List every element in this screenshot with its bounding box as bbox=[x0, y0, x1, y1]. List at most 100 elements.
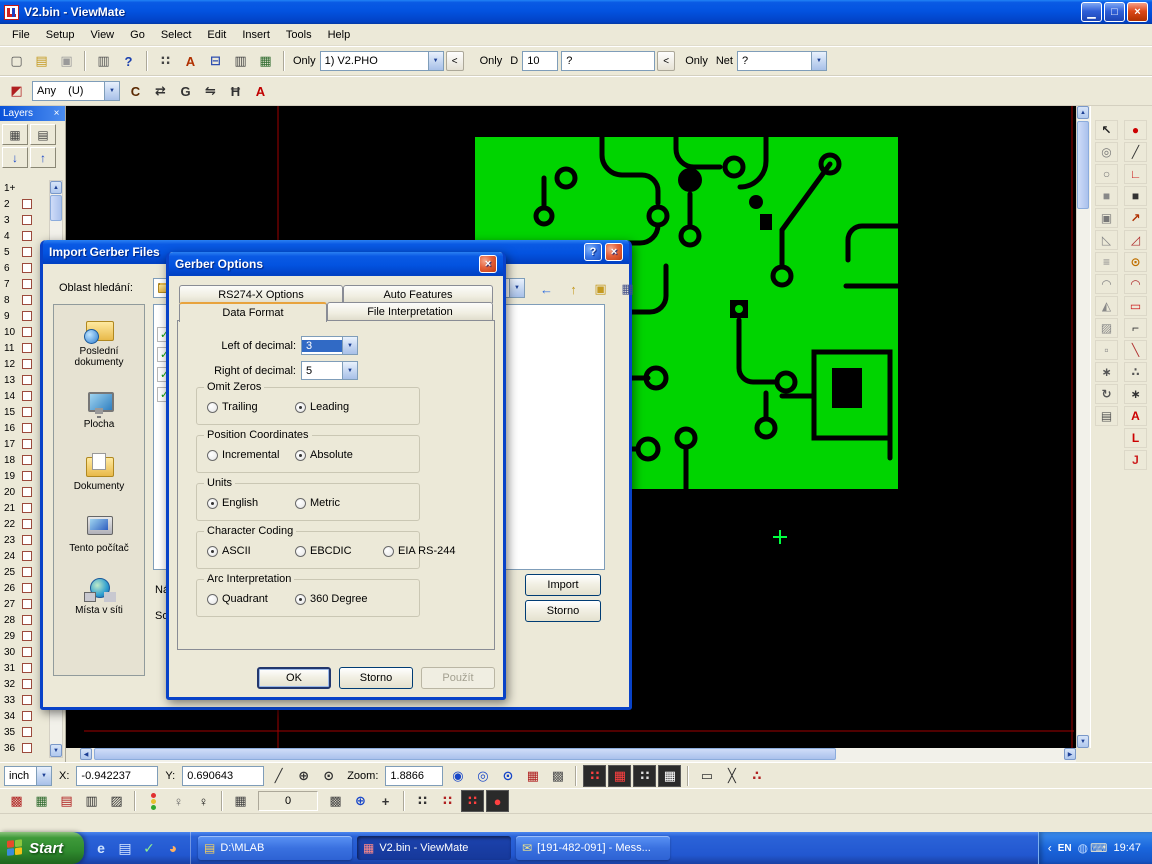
layer-color-swatch[interactable] bbox=[22, 727, 32, 737]
filled-square-icon[interactable]: ■ bbox=[1095, 186, 1118, 206]
insert-l-icon[interactable]: L bbox=[1124, 428, 1147, 448]
exchange-dcodes-icon[interactable]: ⇄ bbox=[149, 80, 172, 102]
report-chart-icon[interactable]: ▦ bbox=[254, 50, 277, 72]
taskbar-task-v2-bin-viewmate[interactable]: ▦V2.bin - ViewMate bbox=[357, 836, 511, 860]
dotted-square-icon[interactable]: ▫ bbox=[1095, 340, 1118, 360]
layer-table-icon[interactable]: ▦ bbox=[2, 124, 28, 145]
layer-color-swatch[interactable] bbox=[22, 599, 32, 609]
layer-row-1[interactable]: 1+ bbox=[2, 180, 48, 196]
layer-color-swatch[interactable] bbox=[22, 215, 32, 225]
new-folder-icon[interactable]: ▣ bbox=[589, 278, 612, 300]
place-místa-v-síti[interactable]: Místa v síti bbox=[56, 576, 142, 616]
context-help-icon[interactable]: ? bbox=[117, 50, 140, 72]
only-net-label[interactable]: Only bbox=[685, 55, 708, 67]
pad-stack-icon[interactable]: ▣ bbox=[1095, 208, 1118, 228]
layer-row-3[interactable]: 3 bbox=[2, 212, 48, 228]
probe-filled-icon[interactable]: ♀ bbox=[192, 790, 215, 812]
draw-pad-icon[interactable]: ● bbox=[1124, 120, 1147, 140]
layer-color-swatch[interactable] bbox=[22, 263, 32, 273]
pattern-green-grid-icon[interactable]: ▦ bbox=[30, 790, 53, 812]
menu-select[interactable]: Select bbox=[153, 26, 200, 44]
ramp-icon[interactable]: ◺ bbox=[1095, 230, 1118, 250]
scroll-thumb[interactable] bbox=[50, 195, 62, 221]
place-plocha[interactable]: Plocha bbox=[56, 390, 142, 430]
taskbar-task-191-482-091-mess[interactable]: ✉[191-482-091] - Mess... bbox=[516, 836, 670, 860]
close-icon[interactable]: × bbox=[605, 243, 623, 261]
layer-color-swatch[interactable] bbox=[22, 375, 32, 385]
measure-icon[interactable]: ╱ bbox=[267, 765, 290, 787]
fine-grid-icon[interactable]: ▩ bbox=[324, 790, 347, 812]
left-of-decimal-select[interactable]: 3 bbox=[301, 336, 358, 355]
any-filter-select[interactable]: Any (U) bbox=[32, 81, 120, 101]
layer-color-swatch[interactable] bbox=[22, 359, 32, 369]
dcode-input[interactable]: 10 bbox=[522, 51, 558, 71]
draw-arrow-icon[interactable]: ↗ bbox=[1124, 208, 1147, 228]
pattern-mixed-grid-icon[interactable]: ▤ bbox=[55, 790, 78, 812]
show-desktop-icon[interactable]: ▤ bbox=[115, 838, 135, 858]
group-g-button[interactable]: G bbox=[174, 80, 197, 102]
layer-color-swatch[interactable] bbox=[22, 407, 32, 417]
text-a-button[interactable]: A bbox=[249, 80, 272, 102]
up-level-icon[interactable]: ↑ bbox=[562, 278, 585, 300]
cancel-button[interactable]: Storno bbox=[525, 600, 601, 622]
select-pointer-icon[interactable]: ↖ bbox=[1095, 120, 1118, 140]
layer-color-swatch[interactable] bbox=[22, 247, 32, 257]
cross-pattern-icon[interactable]: ╳ bbox=[720, 765, 743, 787]
tab-file-interpretation[interactable]: File Interpretation bbox=[327, 302, 493, 320]
layer-color-swatch[interactable] bbox=[22, 503, 32, 513]
draw-line-icon[interactable]: ╱ bbox=[1124, 142, 1147, 162]
back-icon[interactable]: ← bbox=[535, 278, 558, 300]
help-icon[interactable]: ? bbox=[584, 243, 602, 261]
dcode-filter-input[interactable]: ? bbox=[561, 51, 655, 71]
dcode-grid-icon[interactable]: ∷ bbox=[154, 50, 177, 72]
layer-color-swatch[interactable] bbox=[22, 199, 32, 209]
layer-color-swatch[interactable] bbox=[22, 743, 32, 753]
start-button[interactable]: Start bbox=[0, 832, 84, 864]
radio-quadrant[interactable]: Quadrant bbox=[207, 593, 295, 605]
layer-color-swatch[interactable] bbox=[22, 679, 32, 689]
move-layer-up-icon[interactable]: ↑ bbox=[30, 147, 56, 168]
layer-color-swatch[interactable] bbox=[22, 711, 32, 721]
layer-color-swatch[interactable] bbox=[22, 439, 32, 449]
probe-outline-icon[interactable]: ♀ bbox=[167, 790, 190, 812]
settings-gear-icon[interactable]: ∗ bbox=[1095, 362, 1118, 382]
crosshair-icon[interactable]: + bbox=[374, 790, 397, 812]
menu-setup[interactable]: Setup bbox=[38, 26, 83, 44]
zoom-in-icon[interactable]: ◉ bbox=[446, 765, 469, 787]
layer-color-swatch[interactable] bbox=[22, 583, 32, 593]
menu-edit[interactable]: Edit bbox=[199, 26, 234, 44]
layer-color-swatch[interactable] bbox=[22, 391, 32, 401]
layer-color-swatch[interactable] bbox=[22, 295, 32, 305]
units-select[interactable]: inch bbox=[4, 766, 52, 786]
save-icon[interactable]: ▣ bbox=[55, 50, 78, 72]
pad-view-icon-1[interactable]: ∷ bbox=[583, 765, 606, 787]
close-button[interactable]: × bbox=[1127, 2, 1148, 22]
place-poslední-dokumenty[interactable]: Poslední dokumenty bbox=[56, 317, 142, 368]
menu-help[interactable]: Help bbox=[320, 26, 359, 44]
network-status-icon[interactable]: ◍ bbox=[1078, 841, 1088, 855]
x-coordinate-field[interactable]: -0.942237 bbox=[76, 766, 158, 786]
layer-color-swatch[interactable] bbox=[22, 519, 32, 529]
pad-view-icon-4[interactable]: ▦ bbox=[658, 765, 681, 787]
right-of-decimal-select[interactable]: 5 bbox=[301, 361, 358, 380]
draw-diagonal-icon[interactable]: ╲ bbox=[1124, 340, 1147, 360]
circle-tool-icon[interactable]: ○ bbox=[1095, 164, 1118, 184]
pad-circle-icon[interactable]: ◎ bbox=[1095, 142, 1118, 162]
draw-triangle-icon[interactable]: ◿ bbox=[1124, 230, 1147, 250]
dot-grid-icon-1[interactable]: ∷ bbox=[411, 790, 434, 812]
canvas-vertical-scrollbar[interactable] bbox=[1076, 106, 1090, 748]
rotate-icon[interactable]: ↻ bbox=[1095, 384, 1118, 404]
gerber-options-titlebar[interactable]: Gerber Options × bbox=[169, 252, 503, 276]
draw-polyline-icon[interactable]: ∟ bbox=[1124, 164, 1147, 184]
scroll-thumb[interactable] bbox=[1077, 121, 1089, 209]
pattern-red-grid-icon[interactable]: ▩ bbox=[5, 790, 28, 812]
layer-color-swatch[interactable] bbox=[22, 535, 32, 545]
layer-color-swatch[interactable] bbox=[22, 231, 32, 241]
scroll-right-icon[interactable] bbox=[1064, 748, 1076, 760]
antivirus-shield-icon[interactable]: ✓ bbox=[139, 838, 159, 858]
net-select[interactable]: ? bbox=[737, 51, 827, 71]
zoom-window-icon[interactable]: ◎ bbox=[471, 765, 494, 787]
tab-rs274x-options[interactable]: RS274-X Options bbox=[179, 285, 343, 303]
shape-mirror-icon[interactable]: ◭ bbox=[1095, 296, 1118, 316]
layer-color-swatch[interactable] bbox=[22, 695, 32, 705]
